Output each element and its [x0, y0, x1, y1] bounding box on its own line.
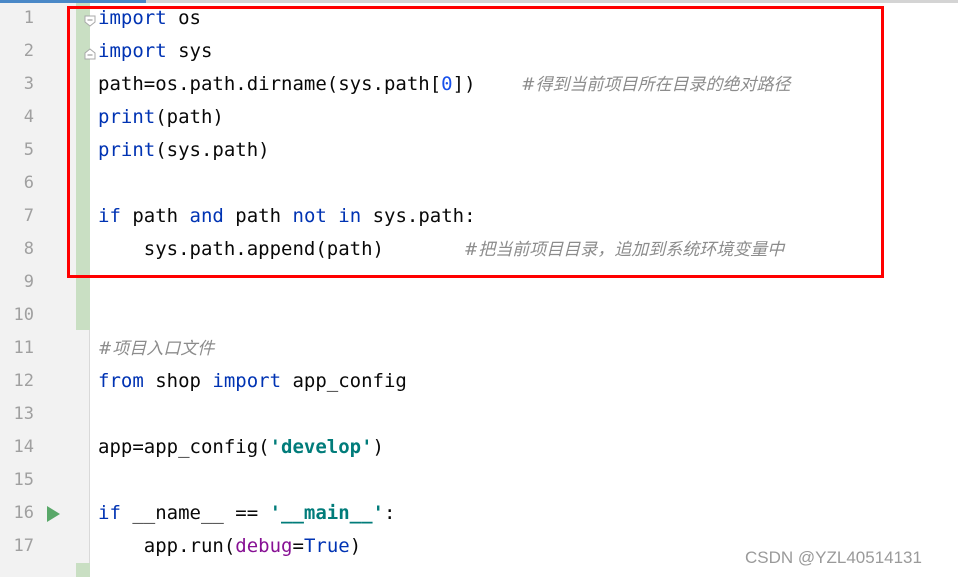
line-number: 4 [23, 107, 34, 127]
line-number: 16 [13, 503, 34, 523]
line-number: 15 [13, 470, 34, 490]
code-line[interactable]: if __name__ == '__main__': [98, 497, 395, 530]
code-keyword: if [98, 502, 121, 524]
code-token: : [384, 502, 396, 524]
line-number: 14 [13, 437, 34, 457]
code-token: ) [372, 436, 384, 458]
vcs-changed-marker[interactable] [76, 563, 90, 577]
line-number: 11 [13, 338, 34, 358]
code-keyword: from [98, 370, 144, 392]
line-number: 17 [13, 536, 34, 556]
code-line[interactable]: from shop import app_config [98, 365, 407, 398]
code-comment: #项目入口文件 [98, 339, 215, 359]
line-number: 9 [23, 272, 34, 292]
code-line[interactable]: app=app_config('develop') [98, 431, 384, 464]
line-number: 2 [23, 41, 34, 61]
code-string: 'develop' [269, 436, 373, 458]
line-number: 10 [13, 305, 34, 325]
code-token: ) [349, 535, 362, 557]
code-keyword: import [212, 370, 282, 392]
code-token: debug [235, 535, 293, 557]
line-number: 6 [23, 173, 34, 193]
line-number: 1 [23, 8, 34, 28]
code-string: '__main__' [269, 502, 384, 524]
code-keyword: True [303, 535, 350, 557]
line-number: 13 [13, 404, 34, 424]
watermark: CSDN @YZL40514131 [745, 548, 922, 567]
code-token: = [292, 535, 304, 557]
line-number: 7 [23, 206, 34, 226]
line-number: 5 [23, 140, 34, 160]
code-token: app.run( [98, 535, 236, 557]
code-line[interactable]: app.run(debug=True) [98, 530, 361, 563]
line-number: 8 [23, 239, 34, 259]
run-icon[interactable] [47, 506, 60, 522]
code-line[interactable]: #项目入口文件 [98, 332, 214, 365]
line-number: 12 [13, 371, 34, 391]
line-number: 3 [23, 74, 34, 94]
code-token: app=app_config( [98, 436, 270, 458]
annotation-highlight-box [67, 6, 884, 278]
code-token: __name__ == [120, 502, 270, 524]
code-token: app_config [281, 370, 407, 392]
code-token: shop [143, 370, 213, 392]
